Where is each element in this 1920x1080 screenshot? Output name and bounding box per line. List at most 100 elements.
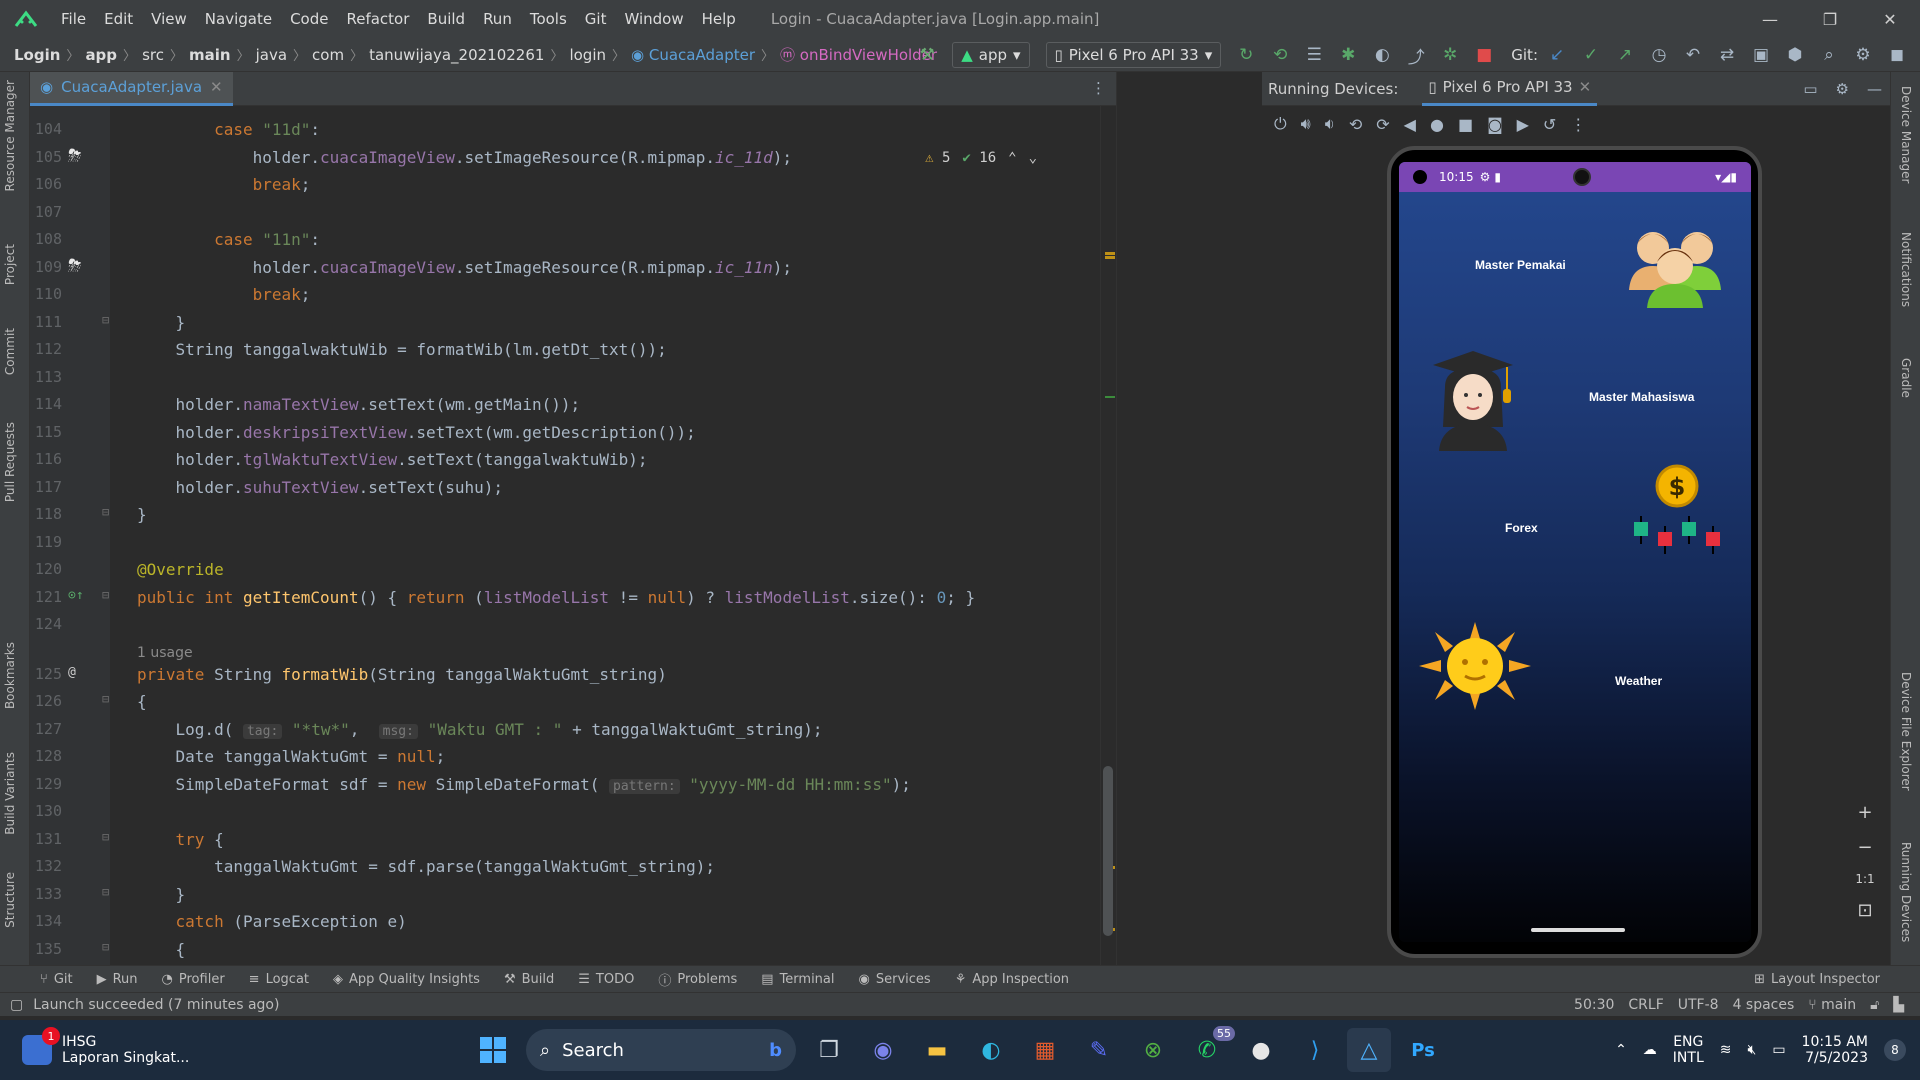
pen-app-icon[interactable]: ✎ (1077, 1028, 1121, 1072)
run-config-select[interactable]: ▲ app ▾ (952, 42, 1030, 68)
line-separator[interactable]: CRLF (1628, 997, 1663, 1013)
breadcrumb-main[interactable]: main (185, 46, 235, 64)
git-update-icon[interactable]: ↙ (1542, 40, 1572, 70)
breadcrumb-app[interactable]: app (81, 46, 121, 64)
store-icon[interactable]: ▦ (1023, 1028, 1067, 1072)
breadcrumb-project[interactable]: Login (10, 46, 64, 64)
zoom-out-icon[interactable]: − (1857, 837, 1872, 858)
file-encoding[interactable]: UTF-8 (1678, 997, 1719, 1013)
tab-project[interactable]: Project (3, 244, 17, 285)
tab-build-variants[interactable]: Build Variants (3, 752, 17, 835)
git-branch[interactable]: ⑂ main (1808, 997, 1856, 1013)
layout-icon[interactable]: ▭ (1803, 80, 1817, 98)
code-area[interactable]: ⚠ 5 ✔ 16 ⌃ ⌄ 104 case "11d": 105 holder.c… (30, 106, 1117, 965)
tab-notifications[interactable]: Notifications (1899, 232, 1913, 307)
file-explorer-icon[interactable]: ▬ (915, 1028, 959, 1072)
search-icon[interactable]: ⌕ (1814, 40, 1844, 70)
clock[interactable]: 10:15 AM 7/5/2023 (1802, 1034, 1868, 1066)
menu-edit[interactable]: Edit (95, 0, 142, 38)
fold-icon[interactable]: ⊟ (102, 505, 109, 519)
users-icon[interactable] (1623, 220, 1727, 314)
fold-icon[interactable]: ⊟ (102, 692, 109, 706)
notification-badge[interactable]: 8 (1884, 1039, 1906, 1061)
taskbar-search[interactable]: ⌕ Search b (526, 1029, 796, 1071)
fold-icon[interactable]: ⊟ (102, 830, 109, 844)
fold-icon[interactable]: ⊟ (102, 588, 109, 602)
sync-icon[interactable]: ⇄ (1712, 40, 1742, 70)
caret-position[interactable]: 50:30 (1574, 997, 1614, 1013)
home-icon[interactable]: ● (1430, 115, 1444, 134)
battery-icon[interactable]: ▭ (1772, 1042, 1785, 1058)
list-icon[interactable]: ☰ (1299, 40, 1329, 70)
volume-up-icon[interactable]: 🔊︎ (1301, 114, 1311, 134)
tab-logcat[interactable]: ≡ Logcat (237, 972, 321, 987)
breadcrumb-src[interactable]: src (138, 46, 168, 64)
indent-setting[interactable]: 4 spaces (1733, 997, 1795, 1013)
overview-icon[interactable]: ■ (1458, 115, 1473, 134)
sdk-manager-icon[interactable]: ⬢ (1780, 40, 1810, 70)
restore-button[interactable]: ❐ (1800, 0, 1860, 38)
teams-chat-icon[interactable]: ◉ (861, 1028, 905, 1072)
rollback-icon[interactable]: ↶ (1678, 40, 1708, 70)
menu-tools[interactable]: Tools (521, 0, 576, 38)
breadcrumb-class[interactable]: ◉ CuacaAdapter (627, 46, 759, 64)
more-icon[interactable]: ⋮ (1091, 79, 1106, 97)
tab-structure[interactable]: Structure (3, 872, 17, 928)
android-studio-taskbar-icon[interactable]: △ (1347, 1028, 1391, 1072)
tab-pull-requests[interactable]: Pull Requests (3, 422, 17, 502)
cloud-icon[interactable]: ☁ (1643, 1042, 1657, 1058)
tab-run[interactable]: ▶ Run (85, 972, 150, 987)
menu-refactor[interactable]: Refactor (337, 0, 418, 38)
device-select[interactable]: ▯ Pixel 6 Pro API 33 ▾ (1045, 42, 1222, 68)
device-manager-icon[interactable]: ▣ (1746, 40, 1776, 70)
memory-icon[interactable]: ▙ (1893, 997, 1904, 1013)
reset-icon[interactable]: ↺ (1543, 115, 1556, 134)
back-icon[interactable]: ◀ (1404, 115, 1416, 134)
menu-view[interactable]: View (142, 0, 196, 38)
close-tab-icon[interactable]: ✕ (1579, 78, 1592, 96)
git-push-icon[interactable]: ↗ (1610, 40, 1640, 70)
github-icon[interactable]: ● (1239, 1028, 1283, 1072)
camera-icon[interactable]: ◙ (1487, 115, 1503, 134)
tab-bookmarks[interactable]: Bookmarks (3, 642, 17, 709)
rotate-right-icon[interactable]: ⟳ (1376, 115, 1389, 134)
tab-git[interactable]: ⑂ Git (28, 972, 85, 987)
record-icon[interactable]: ▶ (1517, 115, 1529, 134)
hammer-icon[interactable]: ⚒ (912, 40, 942, 70)
vscode-icon[interactable]: ⟩ (1293, 1028, 1337, 1072)
minimize-panel-icon[interactable]: — (1867, 80, 1882, 98)
override-icon[interactable]: ⊙↑ (68, 588, 84, 603)
student-icon[interactable] (1429, 347, 1517, 455)
attach-debugger-icon[interactable]: ✲ (1435, 40, 1465, 70)
apply-changes-icon[interactable]: ⟲ (1265, 40, 1295, 70)
tab-device-file-explorer[interactable]: Device File Explorer (1899, 672, 1913, 791)
tab-build[interactable]: ⚒ Build (492, 972, 566, 987)
menu-git[interactable]: Git (576, 0, 616, 38)
volume-down-icon[interactable]: 🔉︎ (1325, 114, 1335, 134)
status-toggle-icon[interactable]: ▢ (10, 997, 23, 1013)
tile-weather[interactable]: Weather (1615, 674, 1662, 688)
avatar-icon[interactable]: ◼ (1882, 40, 1912, 70)
weather-resource-icon[interactable]: ⛈ (68, 256, 82, 276)
breadcrumb-java[interactable]: java (252, 46, 291, 64)
volume-icon[interactable]: 🔇︎ (1747, 1042, 1756, 1058)
tab-terminal[interactable]: ▤ Terminal (749, 972, 846, 987)
rerun-icon[interactable]: ↻ (1231, 40, 1261, 70)
fold-icon[interactable]: ⊟ (102, 313, 109, 327)
tab-gradle[interactable]: Gradle (1899, 358, 1913, 398)
tab-problems[interactable]: ⓘ Problems (646, 970, 749, 989)
menu-run[interactable]: Run (474, 0, 521, 38)
close-window-button[interactable]: ✕ (1860, 0, 1920, 38)
language-indicator[interactable]: ENG INTL (1673, 1034, 1704, 1066)
usage-hint[interactable]: 1 usage (137, 645, 193, 661)
menu-build[interactable]: Build (418, 0, 474, 38)
menu-code[interactable]: Code (281, 0, 337, 38)
edge-icon[interactable]: ◐ (969, 1028, 1013, 1072)
whatsapp-icon[interactable]: ✆ 55 (1185, 1026, 1235, 1072)
tab-app-inspection[interactable]: ⚘ App Inspection (943, 972, 1081, 987)
chevron-up-icon[interactable]: ⌃ (1008, 150, 1016, 166)
photoshop-icon[interactable]: Ps (1401, 1028, 1445, 1072)
menu-help[interactable]: Help (693, 0, 745, 38)
forex-icon[interactable]: $ (1627, 464, 1727, 564)
sun-icon[interactable] (1419, 622, 1531, 714)
